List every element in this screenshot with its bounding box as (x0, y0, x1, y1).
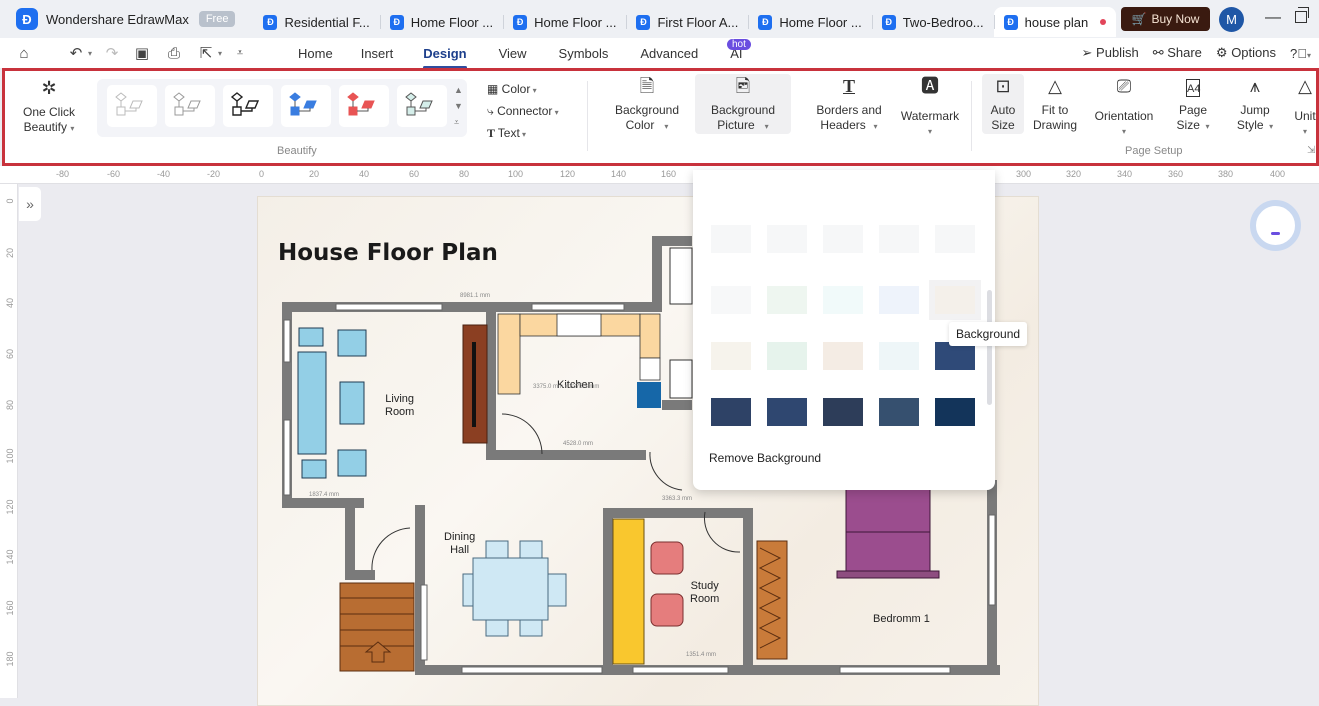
background-thumbnail[interactable] (767, 342, 807, 370)
background-thumbnail[interactable] (935, 342, 975, 370)
hall-door (649, 451, 683, 491)
study-chairs (650, 541, 684, 627)
background-thumbnail[interactable] (823, 342, 863, 370)
shower (669, 359, 693, 399)
background-thumbnail[interactable] (767, 286, 807, 314)
background-thumbnail[interactable] (929, 280, 981, 320)
background-thumbnail[interactable] (823, 398, 863, 426)
dining-set (462, 540, 567, 637)
room-label-study[interactable]: Study Room (690, 580, 719, 606)
staircase (339, 582, 415, 672)
dimension-label: 1351.4 mm (686, 652, 717, 658)
kitchen-door (501, 413, 543, 455)
background-thumbnail[interactable] (879, 342, 919, 370)
stove (556, 313, 602, 337)
entry-door (371, 527, 411, 571)
bed (845, 487, 931, 575)
floor-plan-drawing (282, 236, 1000, 675)
fridge (637, 382, 661, 408)
bathtub (669, 247, 693, 305)
background-thumbnail[interactable] (935, 398, 975, 426)
room-label-bedroom[interactable]: Bedromm 1 (873, 613, 930, 626)
background-thumbnail[interactable] (879, 225, 919, 253)
room-label-dining[interactable]: Dining Hall (444, 531, 475, 557)
background-tooltip: Background (949, 322, 1028, 346)
background-thumbnail[interactable] (711, 286, 751, 314)
background-thumbnail[interactable] (711, 398, 751, 426)
dimension-label: 3375.0 mm x 3373.3 mm (533, 384, 600, 390)
background-thumbnail[interactable] (823, 225, 863, 253)
dimension-label: 1837.4 mm (309, 492, 340, 498)
background-thumbnail[interactable] (711, 342, 751, 370)
background-thumbnail[interactable] (711, 225, 751, 253)
study-desk (612, 518, 645, 665)
tv-screen (472, 342, 476, 427)
remove-background-button[interactable]: Remove Background (709, 451, 821, 465)
background-thumbnail[interactable] (879, 398, 919, 426)
loading-spinner (1250, 200, 1301, 251)
background-thumbnail[interactable] (879, 286, 919, 314)
background-thumbnail[interactable] (935, 225, 975, 253)
dimension-label: 8981.1 mm (460, 293, 491, 299)
dimension-label: 4528.0 mm (563, 441, 594, 447)
study-door (703, 511, 741, 553)
background-thumbnail[interactable] (767, 225, 807, 253)
room-label-living[interactable]: Living Room (385, 393, 414, 419)
bed-frame (836, 570, 940, 579)
background-thumbnail[interactable] (767, 398, 807, 426)
wardrobe (756, 540, 788, 660)
background-thumbnail[interactable] (823, 286, 863, 314)
dropdown-scrollbar[interactable] (987, 290, 992, 405)
dimension-label: 3363.3 mm (662, 496, 693, 502)
living-room-furniture (297, 327, 367, 479)
sink (639, 357, 661, 381)
